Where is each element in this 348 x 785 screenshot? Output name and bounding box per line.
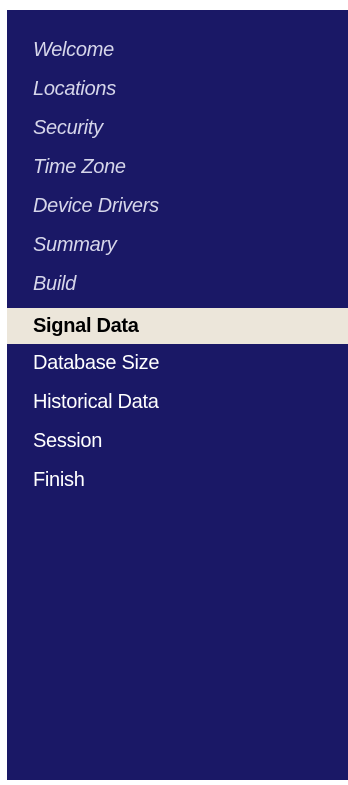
step-device-drivers[interactable]: Device Drivers	[7, 189, 348, 228]
wizard-step-list: Welcome Locations Security Time Zone Dev…	[7, 33, 348, 502]
step-historical-data[interactable]: Historical Data	[7, 385, 348, 424]
step-finish[interactable]: Finish	[7, 463, 348, 502]
step-summary[interactable]: Summary	[7, 228, 348, 267]
wizard-step-navigation-panel: Welcome Locations Security Time Zone Dev…	[7, 10, 348, 780]
step-time-zone[interactable]: Time Zone	[7, 150, 348, 189]
step-database-size[interactable]: Database Size	[7, 346, 348, 385]
step-session[interactable]: Session	[7, 424, 348, 463]
step-security[interactable]: Security	[7, 111, 348, 150]
step-signal-data-current[interactable]: Signal Data	[7, 308, 348, 344]
step-build[interactable]: Build	[7, 267, 348, 306]
step-welcome[interactable]: Welcome	[7, 33, 348, 72]
step-locations[interactable]: Locations	[7, 72, 348, 111]
